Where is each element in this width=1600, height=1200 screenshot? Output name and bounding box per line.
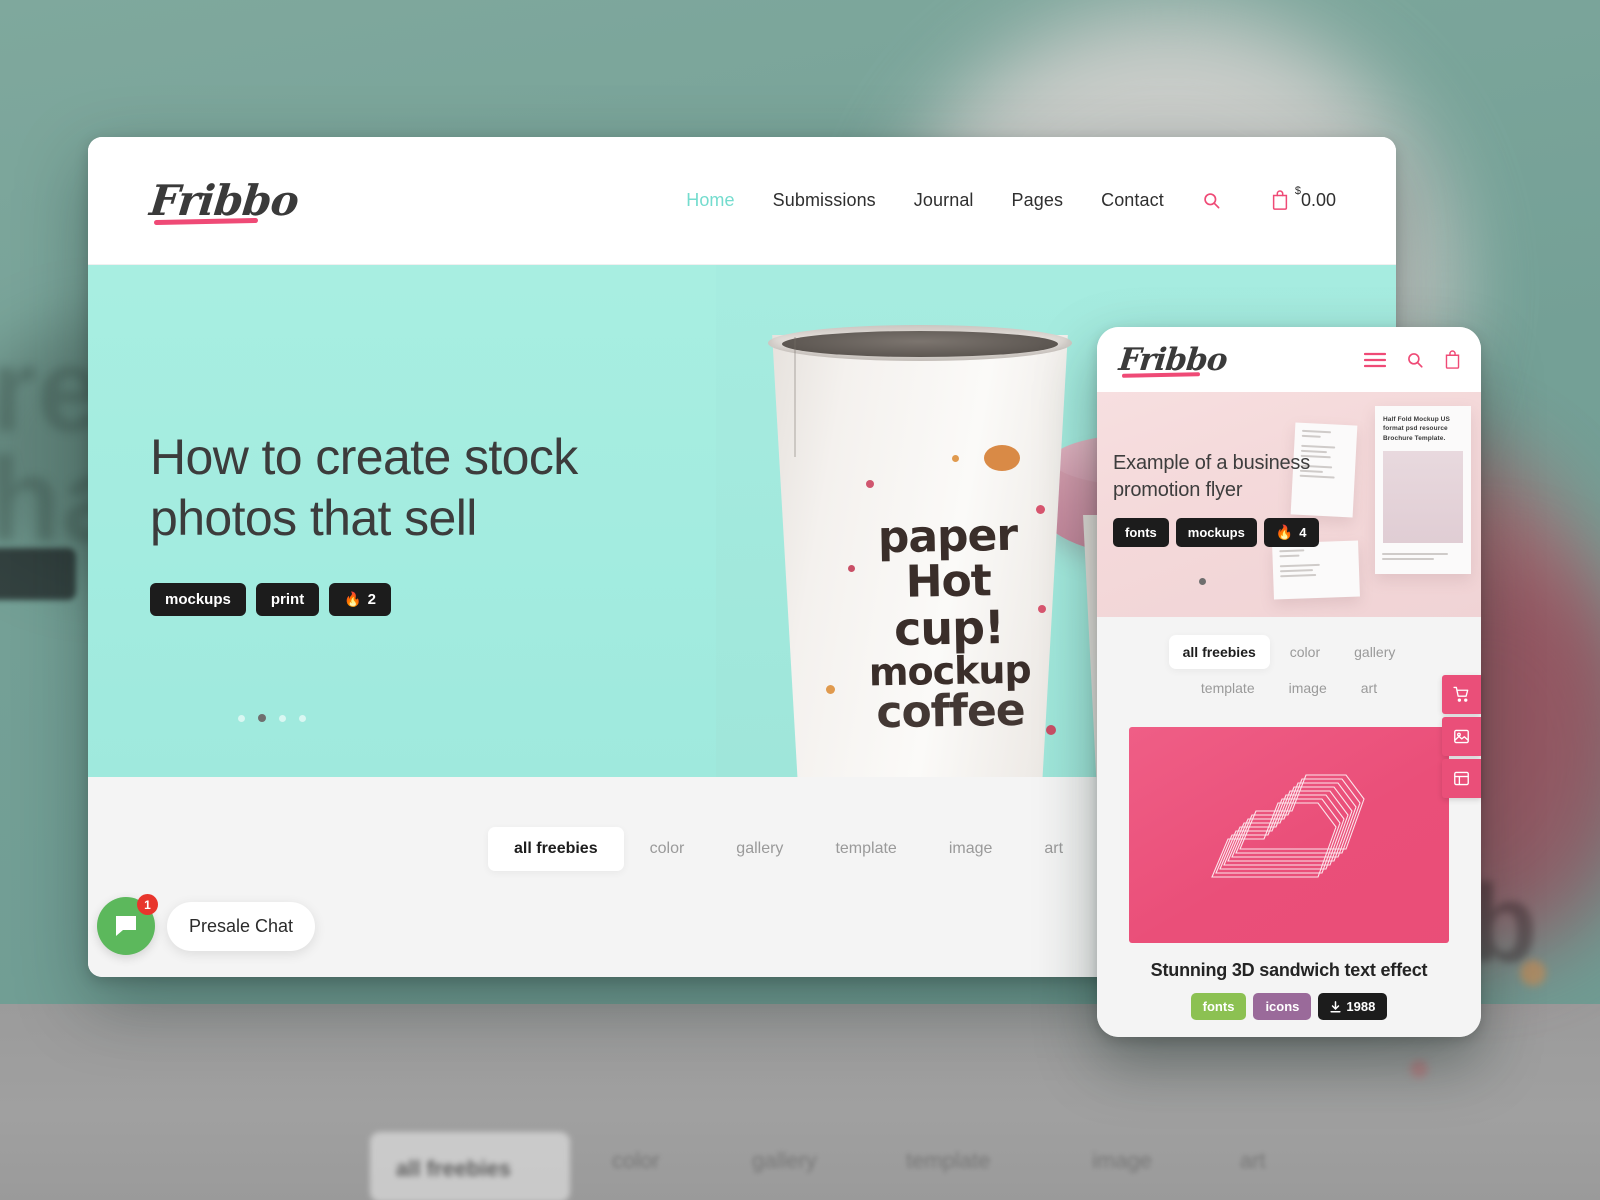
mobile-filter-color[interactable]: color [1276,635,1334,669]
cup-text-line-1: paper [877,509,1018,564]
mobile-search-icon[interactable] [1406,351,1424,369]
nav-item-submissions[interactable]: Submissions [773,190,876,211]
freebie-card-title: Stunning 3D sandwich text effect [1150,960,1428,980]
mobile-filter-image[interactable]: image [1275,671,1341,705]
hero-tag-likes-count: 2 [367,590,376,608]
mobile-hero-copy: Example of a business promotion flyer fo… [1113,450,1323,547]
mobile-carousel-dot[interactable] [1199,578,1206,585]
mobile-shopping-bag-icon[interactable] [1444,350,1461,369]
freebie-tag-icons[interactable]: icons [1253,993,1312,1020]
chat-label[interactable]: Presale Chat [167,901,316,951]
background-bottom-word-1: color [612,1148,660,1173]
mobile-device-mockup: Fribbo Half Fold Mockup US format psd re… [1097,327,1481,1037]
freebie-tag-fonts[interactable]: fonts [1190,993,1247,1020]
cart-value: 0.00 [1300,190,1336,210]
mobile-hero-tag-likes[interactable]: 🔥 4 [1263,518,1319,547]
hero-tag-mockups[interactable]: mockups [150,582,246,616]
category-filter-bar: all freebies color gallery template imag… [488,827,1089,871]
cup-text-line-3: cup! [893,599,1005,656]
filter-all-freebies[interactable]: all freebies [488,827,624,871]
nav-item-home[interactable]: Home [686,190,734,211]
freebie-tag-downloads[interactable]: 1988 [1318,993,1388,1020]
hero-tag-likes[interactable]: 🔥 2 [329,582,391,616]
background-bottom-word-3: template [906,1148,991,1173]
flame-icon: 🔥 [344,590,362,607]
mobile-hero-tag-mockups[interactable]: mockups [1175,518,1257,547]
hero-copy: How to create stock photos that sell moc… [150,265,630,777]
mobile-hero-title: Example of a business promotion flyer [1113,452,1311,501]
mobile-hero-tag-list: fonts mockups 🔥 4 [1113,518,1323,547]
carousel-dot-1[interactable] [238,714,245,722]
mobile-header: Fribbo [1097,327,1481,392]
filter-image[interactable]: image [923,827,1019,871]
carousel-dots [238,714,306,722]
cup-text-line-2: Hot [905,555,992,608]
hero-tag-list: mockups print 🔥 2 [150,582,630,616]
mobile-brand-logo[interactable]: Fribbo [1117,342,1228,378]
nav-item-journal[interactable]: Journal [914,190,974,211]
carousel-dot-3[interactable] [279,714,286,722]
background-bottom-card: all freebies [370,1132,570,1200]
side-tab-rail [1442,675,1481,798]
mobile-filter-art[interactable]: art [1347,671,1391,705]
shopping-bag-icon [1271,190,1289,210]
mobile-header-icons [1364,350,1461,369]
cart-currency: $ [1294,184,1301,197]
freebie-card-tag-list: fonts icons 1988 [1129,993,1449,1020]
cart-button[interactable]: $0.00 [1271,185,1336,211]
mobile-filter-all-freebies[interactable]: all freebies [1168,635,1270,669]
filter-art[interactable]: art [1018,827,1089,871]
freebie-card[interactable]: Stunning 3D sandwich text effect fonts i… [1129,727,1449,1020]
chat-unread-badge: 1 [137,894,158,915]
side-tab-image[interactable] [1442,717,1481,756]
mobile-flame-icon: 🔥 [1275,524,1294,540]
desktop-header: Fribbo Home Submissions Journal Pages Co… [88,137,1396,265]
main-navigation: Home Submissions Journal Pages Contact $… [686,185,1336,211]
mobile-hero-tag-likes-count: 4 [1299,525,1307,540]
side-tab-layout[interactable] [1442,759,1481,798]
download-icon [1330,1000,1341,1013]
search-icon[interactable] [1202,191,1221,210]
cart-amount: $0.00 [1295,185,1336,211]
flyer-mockup-card-3: Half Fold Mockup US format psd resource … [1375,406,1471,574]
cup-text-line-5: coffee [875,685,1026,739]
cup-print-text: paper Hot cup! mockup coffee [832,509,1066,739]
hamburger-menu-icon[interactable] [1364,352,1386,368]
mobile-hero-tag-fonts[interactable]: fonts [1113,518,1169,547]
screenshot-stage: rea hat b all freebies color gallery tem… [0,0,1600,1200]
hero-tag-print[interactable]: print [255,582,320,616]
chat-bubble-button[interactable]: 1 [97,894,158,955]
freebie-tag-downloads-count: 1988 [1346,999,1376,1014]
filter-gallery[interactable]: gallery [710,827,809,871]
mobile-category-filter-bar: all freebies color gallery template imag… [1097,635,1481,705]
filter-color[interactable]: color [624,827,711,871]
carousel-dot-2[interactable] [258,714,266,722]
background-bottom-word-4: image [1092,1148,1152,1173]
nav-item-pages[interactable]: Pages [1012,190,1064,211]
mobile-lower-band: all freebies color gallery template imag… [1097,617,1481,1037]
mobile-filter-template[interactable]: template [1187,671,1269,705]
background-bottom-word-2: gallery [752,1148,817,1173]
carousel-dot-4[interactable] [299,714,306,722]
flyer-mockup-card-2 [1272,540,1360,600]
mobile-filter-gallery[interactable]: gallery [1340,635,1409,669]
flyer-caption: Half Fold Mockup US format psd resource … [1383,416,1450,442]
background-bottom-word-5: art [1240,1148,1266,1173]
background-ghost-chip [0,548,76,600]
side-tab-cart[interactable] [1442,675,1481,714]
mobile-hero: Half Fold Mockup US format psd resource … [1097,392,1481,617]
freebie-card-thumbnail[interactable] [1129,727,1449,943]
background-bottom-card-label: all freebies [396,1156,511,1181]
brand-logo[interactable]: Fribbo [147,176,300,226]
presale-chat-widget: 1 Presale Chat [97,894,316,955]
hero-title: How to create stock photos that sell [150,428,578,546]
nav-item-contact[interactable]: Contact [1101,190,1164,211]
filter-template[interactable]: template [809,827,922,871]
